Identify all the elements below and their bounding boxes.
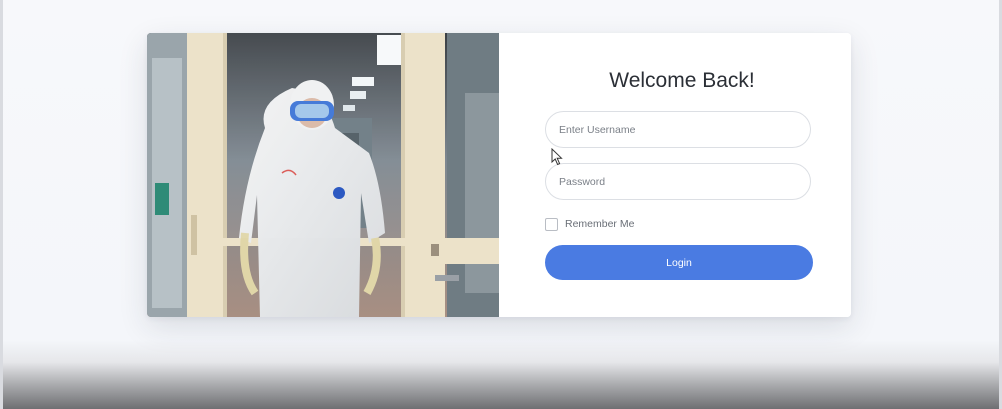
mouse-pointer-icon — [551, 148, 563, 166]
password-input[interactable] — [545, 163, 811, 200]
hero-image — [147, 33, 499, 317]
login-card: Welcome Back! Remember Me Login — [147, 33, 851, 317]
login-form: Welcome Back! Remember Me Login — [499, 33, 851, 317]
username-input[interactable] — [545, 111, 811, 148]
page-title: Welcome Back! — [609, 69, 755, 92]
remember-me-label[interactable]: Remember Me — [565, 218, 634, 230]
window-edge-left — [0, 0, 3, 409]
remember-me-checkbox[interactable] — [545, 217, 558, 231]
login-button[interactable]: Login — [545, 245, 813, 280]
remember-me-row[interactable]: Remember Me — [545, 216, 634, 232]
